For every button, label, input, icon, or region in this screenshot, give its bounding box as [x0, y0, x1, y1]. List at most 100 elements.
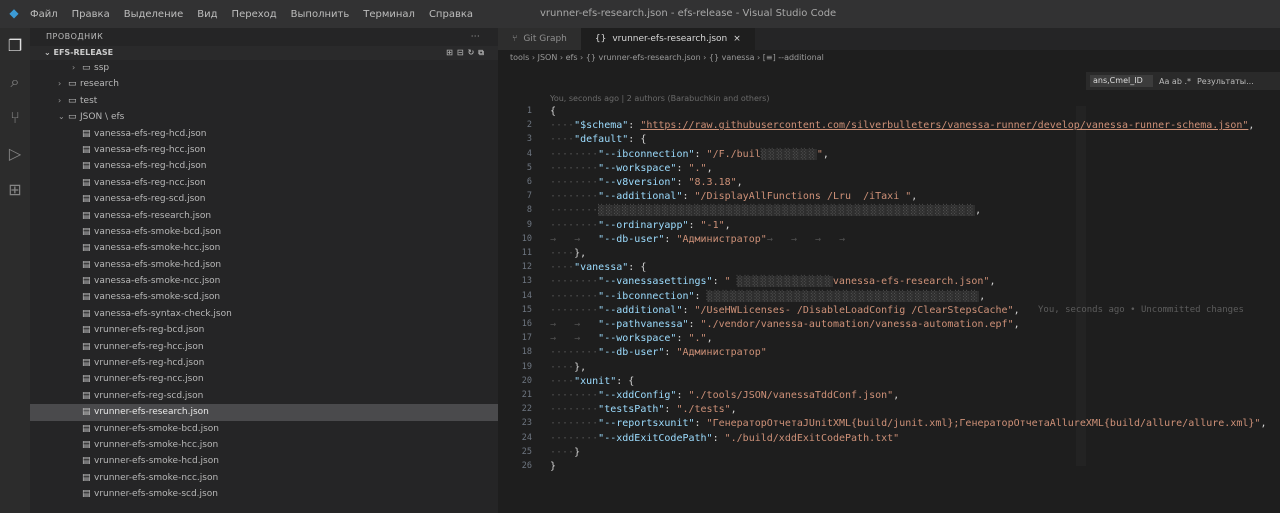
folder-item[interactable]: › ▭ test	[30, 93, 498, 109]
file-item[interactable]: ▤ vanessa-efs-smoke-bcd.json	[30, 224, 498, 240]
file-item[interactable]: ▤ vrunner-efs-smoke-ncc.json	[30, 470, 498, 486]
file-icon: ▤	[82, 161, 91, 172]
code-token: ,	[1248, 120, 1255, 132]
code-token: "--workspace"	[598, 162, 677, 174]
line-number: 8	[526, 205, 532, 216]
tab-label: Git Graph	[523, 34, 567, 44]
file-item[interactable]: ▤ vrunner-efs-reg-ncc.json	[30, 371, 498, 387]
file-item[interactable]: ▤ vanessa-efs-smoke-hcd.json	[30, 257, 498, 273]
code-line: ········"--workspace": ".",	[550, 163, 713, 174]
code-token: "--ibconnection"	[598, 290, 695, 302]
code-token: ,	[724, 219, 731, 231]
code-token: ········	[550, 404, 599, 416]
workspace-section-header[interactable]: ⌄ EFS-RELEASE ⊞⊟↻⧉	[30, 46, 498, 60]
tree-item-label: vanessa-efs-smoke-hcd.json	[94, 259, 222, 270]
folder-item[interactable]: › ▭ ssp	[30, 60, 498, 76]
folder-icon: ▭	[68, 95, 77, 106]
file-item[interactable]: ▤ vanessa-efs-smoke-scd.json	[30, 289, 498, 305]
code-token: "Администратор"	[676, 347, 767, 359]
menu-item[interactable]: Справка	[429, 9, 473, 20]
file-icon: ▤	[82, 276, 91, 287]
file-item[interactable]: ▤ vanessa-efs-research.json	[30, 208, 498, 224]
menu-item[interactable]: Переход	[232, 9, 277, 20]
find-options[interactable]: Aa ab .*	[1159, 77, 1191, 86]
file-icon: ▤	[82, 243, 91, 254]
file-item[interactable]: ▤ vanessa-efs-syntax-check.json	[30, 306, 498, 322]
code-token: ········	[550, 162, 599, 174]
folder-item[interactable]: ⌄ ▭ JSON \ efs	[30, 109, 498, 125]
editor-area: ⑂ Git Graph {} vrunner-efs-research.json × t…	[498, 28, 1280, 513]
more-actions-icon[interactable]: ···	[471, 28, 480, 46]
file-item[interactable]: ▤ vanessa-efs-reg-hcd.json	[30, 126, 498, 142]
extensions-icon[interactable]: ⊞	[0, 172, 30, 208]
code-line: ····}	[550, 447, 580, 458]
line-number: 7	[526, 191, 532, 202]
menu-item[interactable]: Выделение	[124, 9, 184, 20]
chevron-down-icon: ⌄	[44, 48, 54, 57]
file-item[interactable]: ▤ vanessa-efs-reg-hcd.json	[30, 158, 498, 174]
tree-item-label: vrunner-efs-reg-scd.json	[94, 390, 204, 401]
code-token: :	[712, 432, 725, 444]
code-token: :	[676, 162, 689, 174]
source-control-icon[interactable]: ⑂	[0, 100, 30, 136]
tree-item-label: vanessa-efs-syntax-check.json	[94, 308, 232, 319]
file-item[interactable]: ▤ vanessa-efs-smoke-ncc.json	[30, 273, 498, 289]
line-number: 26	[521, 461, 532, 471]
menu-item[interactable]: Терминал	[363, 9, 415, 20]
file-icon: ▤	[82, 259, 91, 270]
editor-tab[interactable]: ⑂ Git Graph	[498, 28, 581, 50]
tree-item-label: vrunner-efs-research.json	[94, 407, 209, 418]
file-item[interactable]: ▤ vrunner-efs-smoke-hcc.json	[30, 437, 498, 453]
code-token: "$schema"	[574, 120, 629, 132]
file-item[interactable]: ▤ vanessa-efs-reg-scd.json	[30, 191, 498, 207]
menu-item[interactable]: Файл	[30, 9, 58, 20]
file-icon: ▤	[82, 472, 91, 483]
file-icon: ▤	[82, 341, 91, 352]
code-token: }	[550, 461, 557, 472]
file-item[interactable]: ▤ vanessa-efs-reg-ncc.json	[30, 175, 498, 191]
section-actions-icon[interactable]: ⊞⊟↻⧉	[446, 46, 488, 60]
code-token: "--ordinaryapp"	[598, 219, 689, 231]
code-line: → → "--workspace": ".",	[550, 333, 713, 344]
file-item[interactable]: ▤ vrunner-efs-reg-hcd.json	[30, 355, 498, 371]
code-token: : {	[628, 134, 647, 146]
menu-item[interactable]: Вид	[197, 9, 217, 20]
code-line: ····},	[550, 362, 586, 373]
line-number: 2	[526, 120, 532, 131]
file-icon: ▤	[82, 128, 91, 139]
file-item[interactable]: ▤ vanessa-efs-reg-hcc.json	[30, 142, 498, 158]
find-input[interactable]: ans,Cmel_ID	[1090, 75, 1153, 87]
file-item[interactable]: ▤ vrunner-efs-reg-hcc.json	[30, 339, 498, 355]
tree-item-label: research	[80, 79, 119, 90]
menu-item[interactable]: Выполнить	[291, 9, 350, 20]
close-icon[interactable]: ×	[733, 28, 741, 50]
file-item[interactable]: ▤ vrunner-efs-smoke-hcd.json	[30, 453, 498, 469]
tree-item-label: vanessa-efs-smoke-scd.json	[94, 292, 221, 303]
file-item[interactable]: ▤ vrunner-efs-research.json	[30, 404, 498, 421]
file-item[interactable]: ▤ vrunner-efs-reg-bcd.json	[30, 322, 498, 338]
explorer-icon[interactable]: ❐	[0, 28, 30, 64]
tree-item-label: ssp	[94, 63, 110, 73]
code-token: ,	[979, 290, 986, 302]
minimap[interactable]	[1076, 106, 1086, 466]
line-number: 24	[521, 432, 532, 443]
code-token: ,	[1260, 418, 1267, 430]
code-token: ········	[550, 418, 599, 430]
search-icon[interactable]: ⌕	[0, 64, 30, 100]
json-file-icon: {}	[594, 34, 607, 44]
file-item[interactable]: ▤ vanessa-efs-smoke-hcc.json	[30, 240, 498, 256]
folder-item[interactable]: › ▭ research	[30, 76, 498, 92]
code-line: }	[550, 461, 556, 472]
code-token: :	[688, 219, 701, 231]
editor-tab[interactable]: {} vrunner-efs-research.json ×	[580, 28, 755, 50]
line-number: 10	[521, 233, 532, 244]
file-item[interactable]: ▤ vrunner-efs-smoke-bcd.json	[30, 421, 498, 437]
line-number: 22	[521, 404, 532, 415]
code-token: ,	[1013, 304, 1020, 316]
file-item[interactable]: ▤ vrunner-efs-smoke-scd.json	[30, 486, 498, 502]
menu-item[interactable]: Правка	[72, 9, 110, 20]
code-token: :	[682, 304, 695, 316]
breadcrumb[interactable]: tools › JSON › efs › {} vrunner-efs-rese…	[498, 50, 1280, 66]
run-debug-icon[interactable]: ▷	[0, 136, 30, 172]
file-item[interactable]: ▤ vrunner-efs-reg-scd.json	[30, 388, 498, 404]
